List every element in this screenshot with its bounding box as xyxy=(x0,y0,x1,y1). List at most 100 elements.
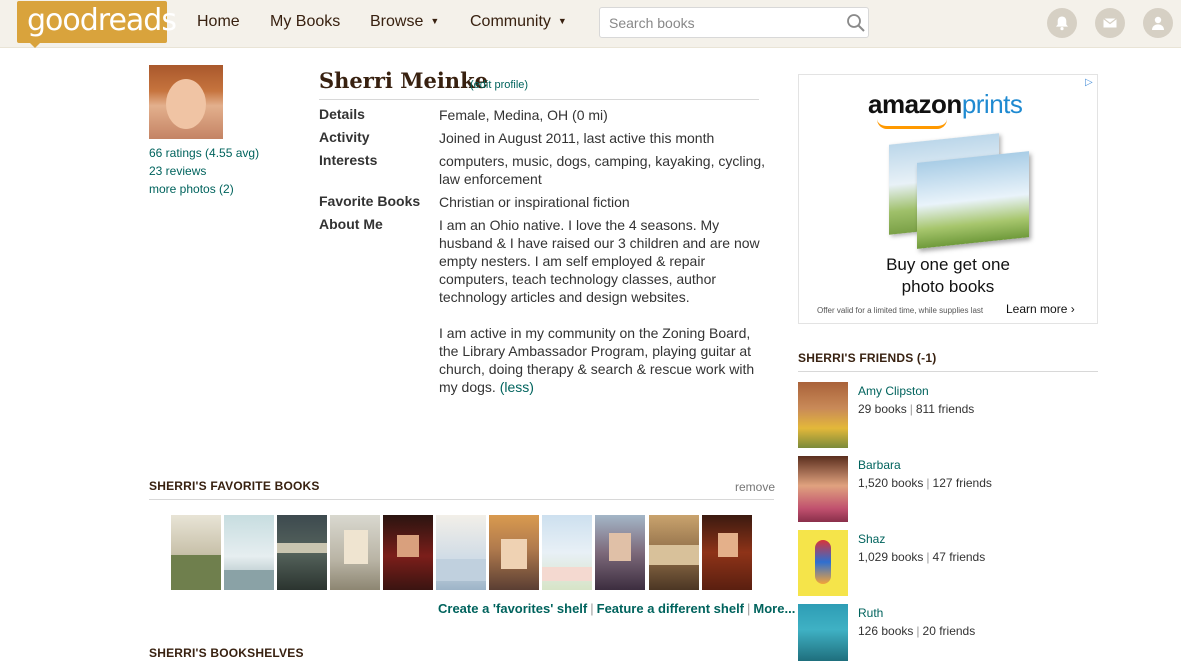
book-cover[interactable] xyxy=(702,515,752,590)
stats-separator: | xyxy=(926,476,930,490)
ratings-link[interactable]: 66 ratings (4.55 avg) xyxy=(149,146,259,160)
nav-browse[interactable]: Browse ▼ xyxy=(370,13,439,31)
friend-stats: 126 books | 20 friends xyxy=(858,624,975,638)
more-photos-link[interactable]: more photos (2) xyxy=(149,182,234,196)
nav-community-label: Community xyxy=(470,13,551,30)
book-cover-art xyxy=(171,555,221,590)
friend-books-count: 29 books xyxy=(858,402,907,416)
name-divider xyxy=(319,99,759,100)
book-cover-art xyxy=(609,533,631,561)
book-cover-art xyxy=(718,533,738,557)
friend-name-link[interactable]: Barbara xyxy=(858,458,901,472)
ad-brand-amazon: amazon xyxy=(868,89,962,119)
book-cover-art xyxy=(649,545,699,565)
edit-profile-link[interactable]: (edit profile) xyxy=(470,79,528,91)
search-icon[interactable] xyxy=(846,13,866,33)
less-link[interactable]: (less) xyxy=(500,379,534,395)
book-cover[interactable] xyxy=(436,515,486,590)
feature-different-shelf-link[interactable]: Feature a different shelf xyxy=(597,601,744,616)
favorite-books-line: Christian or inspirational fiction xyxy=(439,194,630,210)
nav-home[interactable]: Home xyxy=(197,13,240,31)
logo-tail xyxy=(29,42,41,48)
friend-photo[interactable] xyxy=(798,456,848,522)
about-blank-line xyxy=(439,306,769,324)
about-me-label: About Me xyxy=(319,216,383,232)
friend-books-count: 1,029 books xyxy=(858,550,924,564)
about-line: husband & I have raised our 3 children a… xyxy=(439,235,760,251)
friend-books-count: 1,520 books xyxy=(858,476,924,490)
ad-choices-icon[interactable]: ▷ xyxy=(1085,77,1093,88)
friend-name-link[interactable]: Shaz xyxy=(858,532,885,546)
profile-photo[interactable] xyxy=(149,65,223,139)
book-cover-art xyxy=(224,570,274,590)
book-cover[interactable] xyxy=(649,515,699,590)
friend-photo[interactable] xyxy=(798,382,848,448)
interests-label: Interests xyxy=(319,152,378,168)
friends-heading: SHERRI'S FRIENDS (-1) xyxy=(798,351,937,365)
book-cover[interactable] xyxy=(330,515,380,590)
friend-photo[interactable] xyxy=(798,604,848,661)
book-cover[interactable] xyxy=(383,515,433,590)
link-separator: | xyxy=(747,601,751,616)
book-cover-art xyxy=(344,530,368,564)
details-line: Female, Medina, OH (0 mi) xyxy=(439,107,608,123)
book-cover[interactable] xyxy=(277,515,327,590)
create-favorites-shelf-link[interactable]: Create a 'favorites' shelf xyxy=(438,601,587,616)
book-cover-art xyxy=(436,559,486,581)
about-line: the Library Ambassador Program, playing … xyxy=(439,343,752,359)
about-me-value: I am an Ohio native. I love the 4 season… xyxy=(439,216,769,396)
friends-icon[interactable] xyxy=(1143,8,1173,38)
amazon-smile-icon xyxy=(877,119,947,129)
favorite-books-heading: SHERRI'S FAVORITE BOOKS xyxy=(149,479,320,493)
mail-icon[interactable] xyxy=(1095,8,1125,38)
favorites-shelf-links: Create a 'favorites' shelf | Feature a dif… xyxy=(438,601,795,616)
friend-friends-count: 127 friends xyxy=(932,476,992,490)
book-cover-art xyxy=(277,543,327,553)
book-cover[interactable] xyxy=(171,515,221,590)
profile-name: Sherri Meinke xyxy=(319,68,488,93)
about-line: I am an Ohio native. I love the 4 season… xyxy=(439,217,720,233)
chevron-down-icon: ▼ xyxy=(557,16,567,26)
book-cover[interactable] xyxy=(224,515,274,590)
stats-separator: | xyxy=(909,402,913,416)
activity-value: Joined in August 2011, last active this … xyxy=(439,129,769,147)
nav-community[interactable]: Community ▼ xyxy=(470,13,567,31)
advertisement[interactable]: ▷ amazonprints Buy one get one photo boo… xyxy=(798,74,1098,324)
nav-my-books[interactable]: My Books xyxy=(270,13,340,31)
reviews-link[interactable]: 23 reviews xyxy=(149,164,206,178)
friend-friends-count: 811 friends xyxy=(915,402,975,416)
goodreads-logo[interactable]: goodreads xyxy=(17,1,177,48)
friend-friends-count: 47 friends xyxy=(932,550,986,564)
book-cover[interactable] xyxy=(489,515,539,590)
friend-books-count: 126 books xyxy=(858,624,914,638)
about-line: I am active in my community on the Zonin… xyxy=(439,325,751,341)
more-link[interactable]: More... xyxy=(753,601,795,616)
ad-learn-more-link[interactable]: Learn more › xyxy=(1006,302,1075,316)
nav-browse-label: Browse xyxy=(370,13,424,30)
details-value: Female, Medina, OH (0 mi) xyxy=(439,106,769,124)
friend-photo[interactable] xyxy=(798,530,848,596)
stats-separator: | xyxy=(926,550,930,564)
ad-fine-print: Offer valid for a limited time, while su… xyxy=(817,306,984,315)
book-cover[interactable] xyxy=(595,515,645,590)
ad-brand-prints: prints xyxy=(961,89,1023,119)
interests-value: computers, music, dogs, camping, kayakin… xyxy=(439,152,769,188)
remove-link[interactable]: remove xyxy=(735,480,775,494)
stats-separator: | xyxy=(916,624,920,638)
friends-divider xyxy=(798,371,1098,372)
interests-line: law enforcement xyxy=(439,171,542,187)
about-line: empty nesters. I am self employed & repa… xyxy=(439,253,706,269)
activity-line: Joined in August 2011, last active this … xyxy=(439,130,715,146)
friend-name-link[interactable]: Ruth xyxy=(858,606,883,620)
friend-name-link[interactable]: Amy Clipston xyxy=(858,384,929,398)
about-line: computers, teach technology classes, aut… xyxy=(439,271,717,287)
bell-icon[interactable] xyxy=(1047,8,1077,38)
ad-brand: amazonprints xyxy=(868,89,1023,120)
search-input[interactable] xyxy=(600,8,840,37)
about-last-line: my dogs. (less) xyxy=(439,378,769,396)
book-cover[interactable] xyxy=(542,515,592,590)
friend-friends-count: 20 friends xyxy=(922,624,976,638)
favorite-books-value: Christian or inspirational fiction xyxy=(439,193,769,211)
book-cover-art xyxy=(397,535,419,557)
book-cover-art xyxy=(542,567,592,581)
